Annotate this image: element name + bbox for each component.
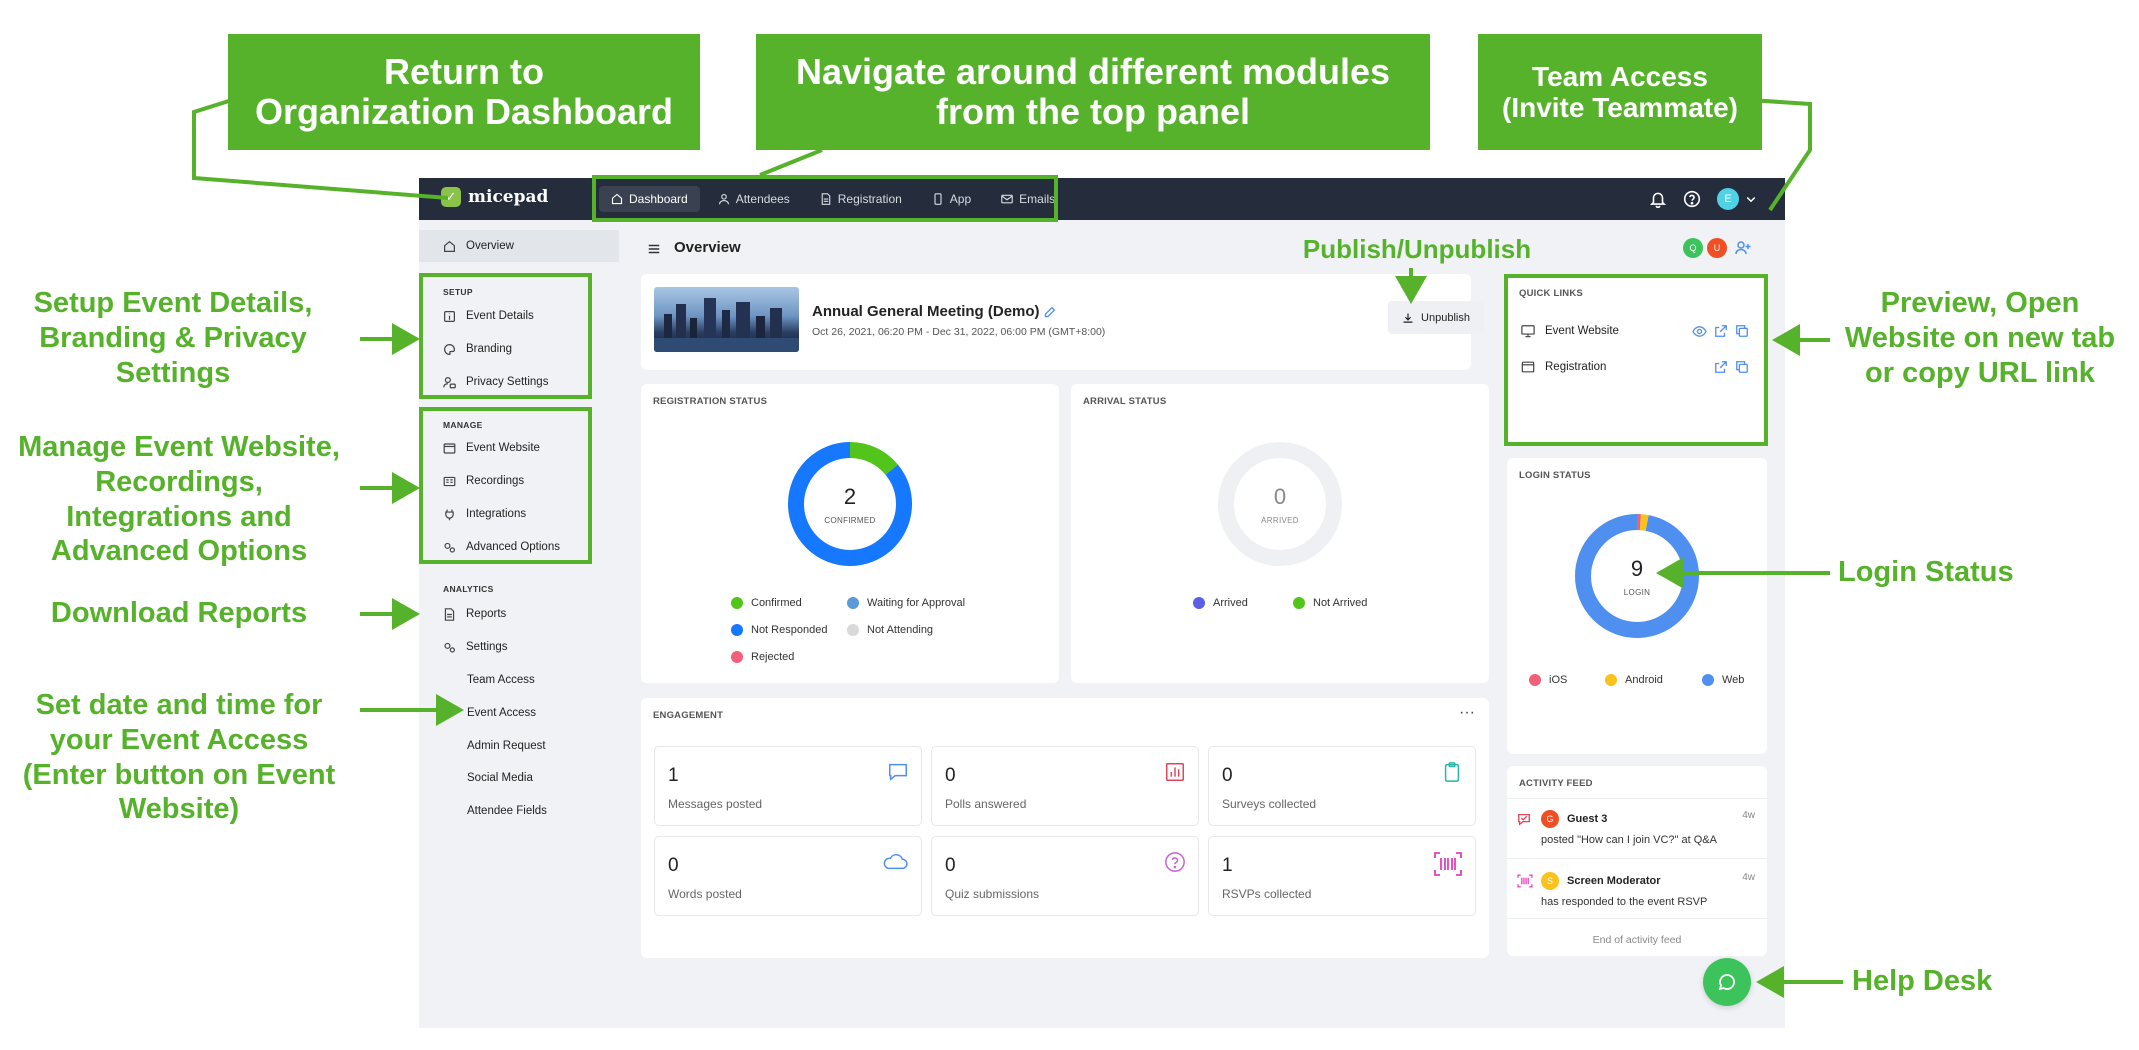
note-preview: Preview, Open Website on new tab or copy…	[1844, 287, 2116, 389]
note-login-status: Login Status	[1838, 556, 2014, 588]
note-event-access: Set date and time for your Event Access …	[22, 689, 336, 826]
callout-navigate: Navigate around different modules from t…	[756, 34, 1430, 150]
note-publish: Publish/Unpublish	[1302, 234, 1532, 264]
note-help-desk: Help Desk	[1852, 965, 1993, 997]
note-setup: Setup Event Details, Branding & Privacy …	[33, 287, 313, 389]
note-reports: Download Reports	[50, 597, 308, 629]
note-manage: Manage Event Website, Recordings, Integr…	[18, 431, 340, 568]
callout-return-dashboard: Return to Organization Dashboard	[228, 34, 700, 150]
callout-team-access: Team Access (Invite Teammate)	[1478, 34, 1762, 150]
